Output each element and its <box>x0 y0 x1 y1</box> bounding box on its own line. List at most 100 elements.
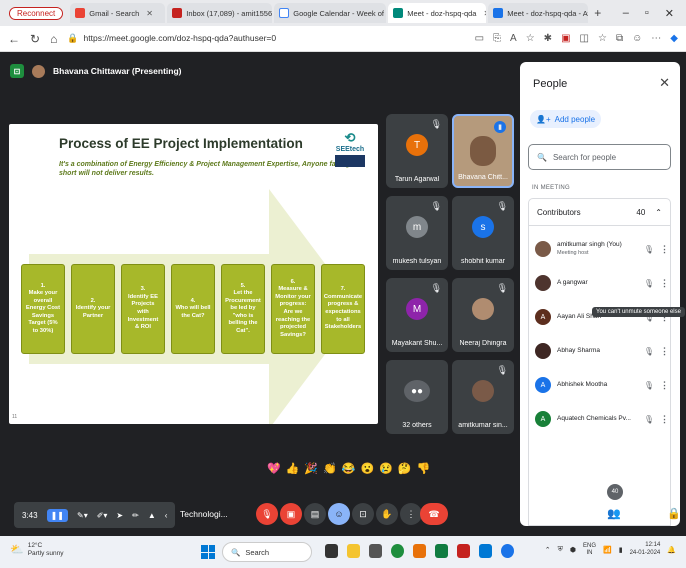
surprised-reaction-icon[interactable]: 😮 <box>361 462 375 475</box>
language-indicator[interactable]: ENG IN <box>583 543 596 557</box>
close-icon[interactable]: ✕ <box>659 75 670 91</box>
end-call-button[interactable]: ☎ <box>420 503 448 525</box>
edge-icon[interactable] <box>391 544 404 558</box>
reload-icon[interactable]: ↻ <box>30 32 40 46</box>
clap-reaction-icon[interactable]: 👏 <box>323 462 337 475</box>
list-item[interactable]: A Abhishek Mootha 🎙 ⋮ <box>529 368 672 402</box>
favorite-icon[interactable]: ☆ <box>526 33 535 44</box>
new-tab-button[interactable]: + <box>594 6 601 20</box>
more-options-icon[interactable]: ⋮ <box>660 346 669 357</box>
camera-off-button[interactable]: ▣ <box>280 503 302 525</box>
list-item[interactable]: A gangwar 🎙 ⋮ <box>529 266 672 300</box>
thumbs-up-reaction-icon[interactable]: 👍 <box>286 462 300 475</box>
extension-icon[interactable]: ✱ <box>544 33 552 44</box>
back-icon[interactable]: ← <box>8 32 20 46</box>
participant-tile[interactable]: 🎙 m mukesh tulsyan <box>386 196 448 270</box>
participant-tile[interactable]: 🎙 M Mayakant Shu... <box>386 278 448 352</box>
tab-meet-active[interactable]: Meet - doz-hspq-qda ✕ <box>388 3 487 23</box>
pause-button[interactable]: ❚❚ <box>46 508 68 522</box>
captions-button[interactable]: ▤ <box>304 503 326 525</box>
thinking-reaction-icon[interactable]: 🤔 <box>398 462 412 475</box>
read-aloud-icon[interactable]: A <box>510 33 517 44</box>
list-item[interactable]: amitkumar singh (You) Meeting host 🎙 ⋮ <box>529 232 672 266</box>
emoji-button[interactable]: ☺ <box>328 503 350 525</box>
more-options-button[interactable]: ⋮ <box>400 503 422 525</box>
search-people-input[interactable]: 🔍 Search for people <box>528 144 671 170</box>
tab-meet-2[interactable]: Meet - doz-hspq-qda - Aves... ✕ <box>488 3 589 23</box>
party-reaction-icon[interactable]: 🎉 <box>304 462 318 475</box>
close-icon[interactable]: ✕ <box>483 9 486 18</box>
chevron-left-icon[interactable]: ‹ <box>165 511 168 520</box>
clock[interactable]: 12:14 24-01-2024 <box>630 542 661 558</box>
chat-icon[interactable]: ▤ <box>628 507 638 520</box>
lock-icon[interactable]: 🔒 <box>667 507 681 520</box>
tab-inbox[interactable]: Inbox (17,089) - amit15567@... ✕ <box>167 3 273 23</box>
thumbs-down-reaction-icon[interactable]: 👎 <box>417 462 431 475</box>
app-tray-icon[interactable]: ⛨ <box>558 546 563 554</box>
mail-extension-icon[interactable]: ▣ <box>561 33 570 44</box>
participant-tile[interactable]: 🎙 amitkumar sin... <box>452 360 514 434</box>
present-button[interactable]: ⊡ <box>352 503 374 525</box>
pointer-icon[interactable]: ➤ <box>116 511 123 520</box>
more-options-icon[interactable]: ⋮ <box>660 380 669 391</box>
weather-widget[interactable]: ⛅ 12°C Partly sunny <box>10 542 63 558</box>
app-icon[interactable] <box>457 544 470 558</box>
wifi-icon[interactable]: 📶 <box>603 546 612 554</box>
more-icon[interactable]: ⋯ <box>651 33 661 44</box>
app-icon[interactable] <box>369 544 382 558</box>
task-view-icon[interactable] <box>325 544 338 558</box>
excel-icon[interactable] <box>435 544 448 558</box>
contributors-header[interactable]: Contributors 40 ⌃ <box>528 198 671 226</box>
eraser-icon[interactable]: ▲ <box>148 511 156 520</box>
share-icon[interactable]: ⎘ <box>493 33 501 44</box>
list-item[interactable]: A Aayan Ali Shan 🎙 ⋮ <box>529 300 672 334</box>
chevron-up-icon[interactable]: ⌃ <box>545 546 551 554</box>
mic-off-button[interactable]: 🎙 <box>256 503 278 525</box>
url-field[interactable]: 🔒 https://meet.google.com/doz-hspq-qda?au… <box>67 33 464 44</box>
start-button[interactable] <box>201 545 215 559</box>
participant-tile[interactable]: 🎙 Neeraj Dhingra <box>452 278 514 352</box>
participant-tile-presenter[interactable]: ▮ Bhavana Chitt... <box>452 114 514 188</box>
camera-icon[interactable]: ▭ <box>475 33 484 44</box>
sad-reaction-icon[interactable]: 😢 <box>379 462 393 475</box>
info-icon[interactable]: ⓘ <box>584 507 595 523</box>
app-icon[interactable] <box>413 544 426 558</box>
layout-icon[interactable]: ⊡ <box>10 64 24 78</box>
taskbar-search[interactable]: 🔍 Search <box>222 542 312 562</box>
minimize-icon[interactable]: – <box>623 7 629 20</box>
participant-tile[interactable]: 🎙 T Tarun Agarwal <box>386 114 448 188</box>
notification-icon[interactable]: 🔔 <box>667 546 676 554</box>
pen-tool-icon[interactable]: ✎▾ <box>77 511 88 520</box>
chrome-icon[interactable] <box>501 544 514 558</box>
others-tile[interactable]: ●● 32 others <box>386 360 448 434</box>
heart-reaction-icon[interactable]: 💖 <box>267 462 281 475</box>
close-window-icon[interactable]: ✕ <box>665 7 674 20</box>
home-icon[interactable]: ⌂ <box>50 32 57 46</box>
maximize-icon[interactable]: ▫ <box>645 7 649 20</box>
more-options-icon[interactable]: ⋮ <box>660 414 669 425</box>
close-icon[interactable]: ✕ <box>146 9 153 18</box>
favorites-bar-icon[interactable]: ☆ <box>598 33 607 44</box>
more-options-icon[interactable]: ⋮ <box>660 278 669 289</box>
activities-icon[interactable]: ♣ <box>648 507 655 519</box>
split-screen-icon[interactable]: ◫ <box>580 33 589 44</box>
list-item[interactable]: A Aquatech Chemicals Pv... 🎙 ⋮ <box>529 402 672 436</box>
file-explorer-icon[interactable] <box>347 544 360 558</box>
outlook-icon[interactable] <box>479 544 492 558</box>
add-people-button[interactable]: 👤+ Add people <box>530 110 602 128</box>
collections-icon[interactable]: ⧉ <box>616 33 623 44</box>
more-options-icon[interactable]: ⋮ <box>660 244 669 255</box>
battery-icon[interactable]: ▮ <box>619 546 623 554</box>
reconnect-button[interactable]: Reconnect <box>4 3 68 23</box>
highlighter-icon[interactable]: ✐▾ <box>97 511 108 520</box>
app-tray-icon[interactable]: ⬢ <box>570 546 576 554</box>
raise-hand-button[interactable]: ✋ <box>376 503 398 525</box>
list-item[interactable]: Abhay Sharma 🎙 ⋮ <box>529 334 672 368</box>
profile-icon[interactable]: ☺ <box>632 33 642 44</box>
participant-tile[interactable]: 🎙 s shobhit kumar <box>452 196 514 270</box>
chevron-up-icon[interactable]: ⌃ <box>655 208 662 217</box>
pencil-icon[interactable]: ✏ <box>132 511 139 520</box>
people-icon[interactable]: 👥 <box>607 507 621 520</box>
laugh-reaction-icon[interactable]: 😂 <box>342 462 356 475</box>
copilot-icon[interactable]: ◆ <box>670 33 678 44</box>
